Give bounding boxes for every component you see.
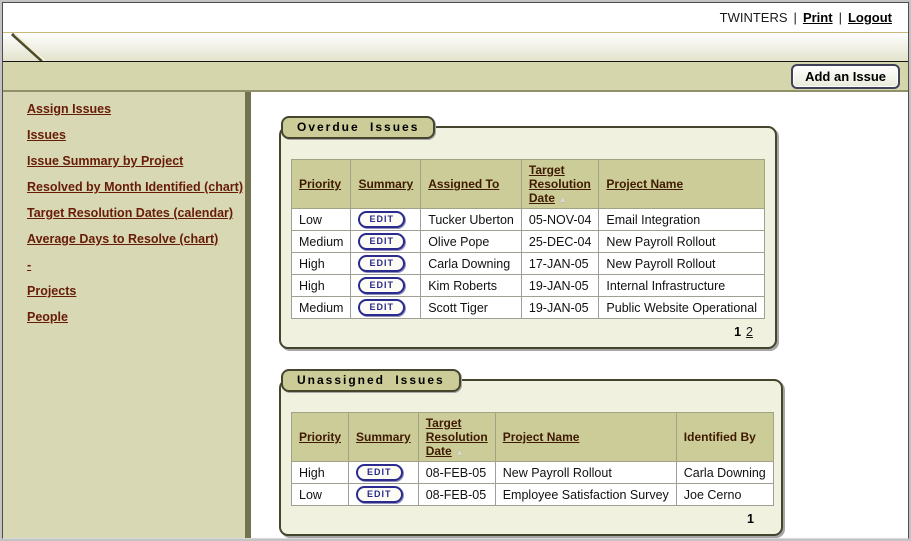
edit-button[interactable]: EDIT [356,464,403,481]
overdue-issues-table: Priority Summary Assigned To Target Reso… [291,159,765,319]
summary-cell: EDIT [351,275,421,297]
unassigned-issues-panel-title: Unassigned Issues [281,369,461,392]
identified-by-cell: Carla Downing [676,462,773,484]
priority-cell: Low [292,209,351,231]
toolbar-band: Add an Issue [3,62,908,92]
sidebar-item-resolved-by-month-chart[interactable]: Resolved by Month Identified (chart) [27,181,235,194]
content-area: Overdue Issues Priority Summary Assigned… [251,92,908,538]
sidebar-item-average-days-chart[interactable]: Average Days to Resolve (chart) [27,233,235,246]
table-row: Low EDIT Tucker Uberton 05-NOV-04 Email … [292,209,765,231]
edit-button[interactable]: EDIT [358,255,405,272]
sidebar-item-issues[interactable]: Issues [27,129,235,142]
target-date-cell: 08-FEB-05 [418,484,495,506]
header-band [3,33,908,61]
project-name-cell: Public Website Operational [599,297,765,319]
current-page-label: 1 [734,325,741,339]
target-date-cell: 17-JAN-05 [521,253,599,275]
assigned-to-cell: Carla Downing [421,253,522,275]
column-header-project-name[interactable]: Project Name [495,413,676,462]
assigned-to-cell: Kim Roberts [421,275,522,297]
priority-cell: Medium [292,297,351,319]
sidebar-nav: Assign Issues Issues Issue Summary by Pr… [3,92,245,538]
column-header-project-name[interactable]: Project Name [599,160,765,209]
pagination: 12 [291,319,765,341]
target-date-cell: 19-JAN-05 [521,297,599,319]
table-row: Medium EDIT Scott Tiger 19-JAN-05 Public… [292,297,765,319]
target-date-cell: 05-NOV-04 [521,209,599,231]
priority-cell: Medium [292,231,351,253]
separator: | [839,10,842,25]
sidebar-item-projects[interactable]: Projects [27,285,235,298]
assigned-to-cell: Olive Pope [421,231,522,253]
sort-ascending-icon: ▲ [455,447,464,457]
column-header-priority[interactable]: Priority [292,160,351,209]
page-2-link[interactable]: 2 [746,325,753,339]
edit-button[interactable]: EDIT [358,277,405,294]
main-area: Assign Issues Issues Issue Summary by Pr… [3,92,908,538]
edit-button[interactable]: EDIT [358,233,405,250]
priority-cell: Low [292,484,349,506]
assigned-to-cell: Tucker Uberton [421,209,522,231]
page: TWINTERS | Print | Logout Add an Issue A… [2,2,909,539]
table-row: Low EDIT 08-FEB-05 Employee Satisfaction… [292,484,774,506]
project-name-cell: Employee Satisfaction Survey [495,484,676,506]
overdue-issues-panel: Overdue Issues Priority Summary Assigned… [279,126,777,349]
identified-by-cell: Joe Cerno [676,484,773,506]
column-header-target-resolution-date[interactable]: Target Resolution Date ▲ [521,160,599,209]
unassigned-issues-panel: Unassigned Issues Priority Summary Targe… [279,379,783,536]
project-name-cell: New Payroll Rollout [599,231,765,253]
sidebar-item-dash[interactable]: - [27,259,235,272]
unassigned-issues-table: Priority Summary Target Resolution Date … [291,412,774,506]
summary-cell: EDIT [349,484,419,506]
username-label: TWINTERS [720,10,788,25]
target-date-cell: 19-JAN-05 [521,275,599,297]
table-row: Medium EDIT Olive Pope 25-DEC-04 New Pay… [292,231,765,253]
sidebar-item-assign-issues[interactable]: Assign Issues [27,103,235,116]
priority-cell: High [292,253,351,275]
sidebar-item-people[interactable]: People [27,311,235,324]
table-row: High EDIT Kim Roberts 19-JAN-05 Internal… [292,275,765,297]
column-header-identified-by: Identified By [676,413,773,462]
column-header-summary[interactable]: Summary [349,413,419,462]
summary-cell: EDIT [351,297,421,319]
table-row: High EDIT 08-FEB-05 New Payroll Rollout … [292,462,774,484]
edit-button[interactable]: EDIT [356,486,403,503]
column-header-priority[interactable]: Priority [292,413,349,462]
window-frame: TWINTERS | Print | Logout Add an Issue A… [0,0,911,541]
overdue-issues-panel-title: Overdue Issues [281,116,435,139]
table-header-row: Priority Summary Assigned To Target Reso… [292,160,765,209]
edit-button[interactable]: EDIT [358,299,405,316]
column-header-assigned-to[interactable]: Assigned To [421,160,522,209]
logout-link[interactable]: Logout [848,10,892,25]
assigned-to-cell: Scott Tiger [421,297,522,319]
priority-cell: High [292,462,349,484]
summary-cell: EDIT [351,231,421,253]
top-bar: TWINTERS | Print | Logout [3,3,908,32]
sidebar-item-issue-summary-by-project[interactable]: Issue Summary by Project [27,155,235,168]
separator: | [794,10,797,25]
current-page-label: 1 [747,512,754,526]
summary-cell: EDIT [351,209,421,231]
column-header-summary[interactable]: Summary [351,160,421,209]
priority-cell: High [292,275,351,297]
edit-button[interactable]: EDIT [358,211,405,228]
column-header-target-resolution-date[interactable]: Target Resolution Date ▲ [418,413,495,462]
table-header-row: Priority Summary Target Resolution Date … [292,413,774,462]
sort-ascending-icon: ▲ [558,194,567,204]
add-issue-button[interactable]: Add an Issue [791,64,900,89]
summary-cell: EDIT [351,253,421,275]
target-date-cell: 08-FEB-05 [418,462,495,484]
sidebar-item-target-resolution-calendar[interactable]: Target Resolution Dates (calendar) [27,207,235,220]
project-name-cell: Email Integration [599,209,765,231]
summary-cell: EDIT [349,462,419,484]
target-date-cell: 25-DEC-04 [521,231,599,253]
project-name-cell: New Payroll Rollout [599,253,765,275]
diagonal-decoration-icon [9,33,53,61]
project-name-cell: Internal Infrastructure [599,275,765,297]
print-link[interactable]: Print [803,10,833,25]
pagination: 1 [291,506,771,528]
project-name-cell: New Payroll Rollout [495,462,676,484]
table-row: High EDIT Carla Downing 17-JAN-05 New Pa… [292,253,765,275]
